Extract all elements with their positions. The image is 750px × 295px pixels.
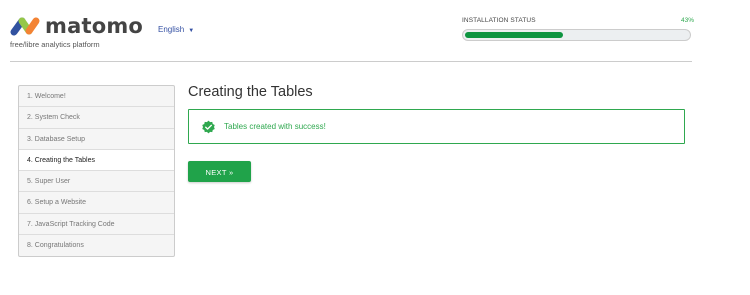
- language-label: English: [158, 25, 185, 34]
- success-notification: Tables created with success!: [188, 109, 685, 144]
- language-selector[interactable]: English ▼: [158, 25, 194, 34]
- step-item: 8. Congratulations: [27, 241, 84, 249]
- brand-tagline: free/libre analytics platform: [10, 40, 100, 49]
- step-item: 7. JavaScript Tracking Code: [19, 214, 174, 235]
- brand-name: matomo: [45, 14, 144, 38]
- step-item: 5. Super User: [19, 171, 174, 193]
- step-item: 1. Welcome!: [19, 86, 174, 108]
- step-item: 4. Creating the Tables: [19, 149, 174, 171]
- matomo-logo-icon: [10, 17, 40, 36]
- header-divider: [10, 61, 692, 62]
- page-title: Creating the Tables: [188, 84, 313, 100]
- success-message: Tables created with success!: [224, 122, 326, 131]
- installation-status-label: INSTALLATION STATUS: [462, 17, 536, 24]
- installation-progress-fill: [465, 32, 563, 38]
- installation-steps-list: 1. Welcome! 2. System Check 3. Database Se…: [18, 85, 175, 257]
- installation-progress-bar: [462, 29, 691, 41]
- step-item: 6. Setup a Website: [19, 192, 174, 214]
- next-button[interactable]: NEXT »: [188, 161, 251, 182]
- check-badge-icon: [202, 120, 215, 134]
- step-item: 2. System Check: [19, 107, 174, 129]
- installation-status-percent: 43%: [681, 17, 695, 24]
- matomo-logo: matomo: [10, 14, 143, 38]
- caret-down-icon: ▼: [188, 28, 195, 34]
- step-item: 3. Database Setup: [19, 129, 174, 150]
